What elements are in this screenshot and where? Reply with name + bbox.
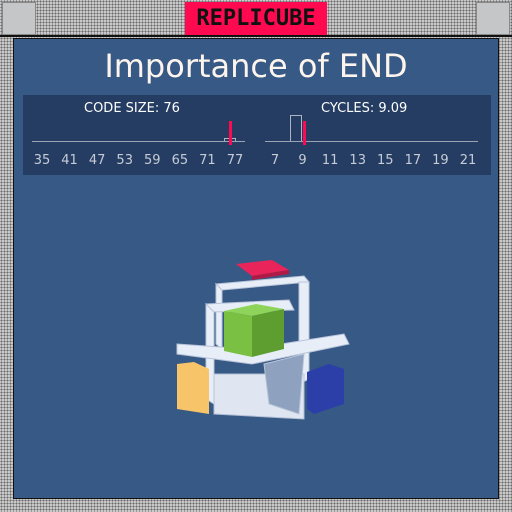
tick-label: 9 xyxy=(298,153,307,168)
tick-label: 65 xyxy=(171,153,189,168)
title-bar-left-block xyxy=(2,2,36,35)
code_size-axis xyxy=(32,141,245,142)
cycles-axis xyxy=(265,141,478,142)
tick-label: 71 xyxy=(199,153,216,168)
app-title: REPLICUBE xyxy=(185,2,327,35)
cycles-marker xyxy=(302,121,306,145)
tick-label: 59 xyxy=(144,153,161,168)
puzzle-panel: Importance of END CODE SIZE: 76 CYCLES: … xyxy=(13,38,499,499)
tick-label: 11 xyxy=(321,153,339,168)
tick-label: 53 xyxy=(116,153,133,168)
red-cube xyxy=(236,260,289,280)
tick-label: 77 xyxy=(226,153,244,168)
tick-label: 35 xyxy=(33,153,51,168)
cube-viewport[interactable] xyxy=(164,254,364,424)
title-bar: REPLICUBE xyxy=(0,0,512,37)
histogram-bar xyxy=(289,115,302,141)
tick-label: 41 xyxy=(61,153,78,168)
tick-label: 7 xyxy=(270,153,280,168)
tick-label: 21 xyxy=(459,153,477,168)
code-size-label: CODE SIZE: 76 xyxy=(84,101,180,116)
stats-panel: CODE SIZE: 76 CYCLES: 9.09 35 41 47 53 59 65 7… xyxy=(23,95,491,175)
tick-label: 17 xyxy=(404,153,422,168)
tick-label: 47 xyxy=(88,153,106,168)
cycles-label: CYCLES: 9.09 xyxy=(321,101,408,116)
blue-cube xyxy=(307,364,344,414)
green-cube xyxy=(224,304,284,357)
yellow-cube xyxy=(177,362,209,414)
puzzle-title: Importance of END xyxy=(104,47,408,85)
tick-label: 19 xyxy=(432,153,449,168)
code_size-marker xyxy=(229,121,233,145)
tick-label: 13 xyxy=(349,153,366,168)
tick-label: 15 xyxy=(377,153,394,168)
title-bar-right-block xyxy=(476,2,510,35)
window-footer xyxy=(0,499,512,512)
